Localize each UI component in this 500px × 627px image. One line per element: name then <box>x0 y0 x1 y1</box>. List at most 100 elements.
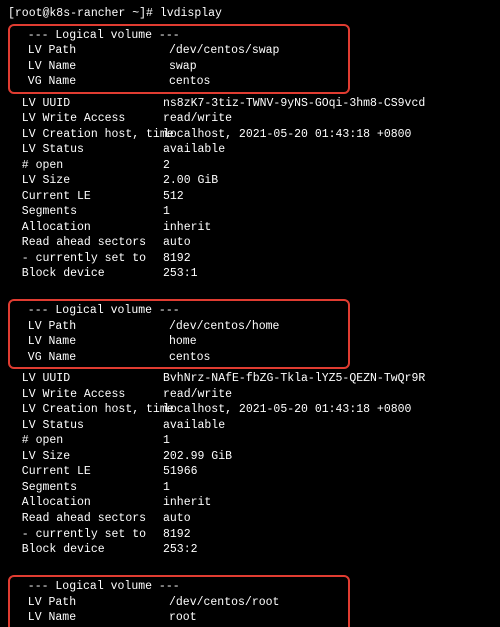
lv-uuid-row: LV UUIDns8zK7-3tiz-TWNV-9yNS-GOqi-3hm8-C… <box>8 96 492 112</box>
value-lv-uuid: BvhNrz-NAfE-fbZG-Tkla-lYZ5-QEZN-TwQr9R <box>163 371 425 387</box>
segments-row: Segments1 <box>8 204 492 220</box>
label-allocation: Allocation <box>8 495 163 511</box>
label-segments: Segments <box>8 480 163 496</box>
value-lv-path: /dev/centos/swap <box>169 43 279 59</box>
label-block-device: Block device <box>8 266 163 282</box>
allocation-row: Allocationinherit <box>8 220 492 236</box>
value-lv-write-access: read/write <box>163 111 232 127</box>
lv-uuid-row: LV UUIDBvhNrz-NAfE-fbZG-Tkla-lYZ5-QEZN-T… <box>8 371 492 387</box>
value-currently-set: 8192 <box>163 251 191 267</box>
label-block-device: Block device <box>8 542 163 558</box>
value-allocation: inherit <box>163 495 211 511</box>
lv-size-row: LV Size202.99 GiB <box>8 449 492 465</box>
vg-name-row: VG Namecentos <box>14 350 344 366</box>
value-current-le: 51966 <box>163 464 198 480</box>
label-lv-size: LV Size <box>8 449 163 465</box>
value-lv-status: available <box>163 418 225 434</box>
lv-name-row: LV Nameroot <box>14 610 344 626</box>
label-currently-set: - currently set to <box>8 527 163 543</box>
read-ahead-row: Read ahead sectorsauto <box>8 235 492 251</box>
value-lv-creation: localhost, 2021-05-20 01:43:18 +0800 <box>163 402 411 418</box>
lv-creation-row: LV Creation host, timelocalhost, 2021-05… <box>8 127 492 143</box>
label-open: # open <box>8 158 163 174</box>
section-header: --- Logical volume --- <box>14 28 344 44</box>
label-allocation: Allocation <box>8 220 163 236</box>
label-lv-name: LV Name <box>14 59 169 75</box>
value-allocation: inherit <box>163 220 211 236</box>
value-lv-write-access: read/write <box>163 387 232 403</box>
value-lv-path: /dev/centos/root <box>169 595 279 611</box>
label-lv-creation: LV Creation host, time <box>8 127 163 143</box>
label-open: # open <box>8 433 163 449</box>
value-open: 2 <box>163 158 170 174</box>
lv-write-access-row: LV Write Accessread/write <box>8 111 492 127</box>
block-device-row: Block device253:2 <box>8 542 492 558</box>
label-lv-write-access: LV Write Access <box>8 111 163 127</box>
value-lv-name: root <box>169 610 197 626</box>
value-lv-status: available <box>163 142 225 158</box>
value-read-ahead: auto <box>163 511 191 527</box>
lv-highlight-root: --- Logical volume --- LV Path/dev/cento… <box>8 575 350 627</box>
value-lv-name: swap <box>169 59 197 75</box>
currently-set-row: - currently set to8192 <box>8 251 492 267</box>
lv-write-access-row: LV Write Accessread/write <box>8 387 492 403</box>
section-header: --- Logical volume --- <box>14 303 344 319</box>
label-lv-path: LV Path <box>14 595 169 611</box>
lv-name-row: LV Namehome <box>14 334 344 350</box>
lv-size-row: LV Size2.00 GiB <box>8 173 492 189</box>
blank-line <box>8 558 492 574</box>
value-vg-name: centos <box>169 74 210 90</box>
block-device-row: Block device253:1 <box>8 266 492 282</box>
blank-line <box>8 282 492 298</box>
lv-creation-row: LV Creation host, timelocalhost, 2021-05… <box>8 402 492 418</box>
label-read-ahead: Read ahead sectors <box>8 511 163 527</box>
value-block-device: 253:2 <box>163 542 198 558</box>
read-ahead-row: Read ahead sectorsauto <box>8 511 492 527</box>
shell-prompt[interactable]: [root@k8s-rancher ~]# lvdisplay <box>8 6 492 22</box>
value-open: 1 <box>163 433 170 449</box>
value-lv-size: 202.99 GiB <box>163 449 232 465</box>
label-current-le: Current LE <box>8 189 163 205</box>
value-segments: 1 <box>163 204 170 220</box>
currently-set-row: - currently set to8192 <box>8 527 492 543</box>
label-read-ahead: Read ahead sectors <box>8 235 163 251</box>
lv-path-row: LV Path/dev/centos/root <box>14 595 344 611</box>
label-segments: Segments <box>8 204 163 220</box>
allocation-row: Allocationinherit <box>8 495 492 511</box>
section-header: --- Logical volume --- <box>14 579 344 595</box>
terminal-window[interactable]: [root@k8s-rancher ~]# lvdisplay --- Logi… <box>0 0 500 627</box>
value-lv-uuid: ns8zK7-3tiz-TWNV-9yNS-GOqi-3hm8-CS9vcd <box>163 96 425 112</box>
value-current-le: 512 <box>163 189 184 205</box>
value-vg-name: centos <box>169 350 210 366</box>
open-row: # open2 <box>8 158 492 174</box>
lv-highlight-swap: --- Logical volume --- LV Path /dev/cent… <box>8 24 350 94</box>
label-lv-write-access: LV Write Access <box>8 387 163 403</box>
value-block-device: 253:1 <box>163 266 198 282</box>
value-lv-name: home <box>169 334 197 350</box>
label-lv-path: LV Path <box>14 43 169 59</box>
current-le-row: Current LE51966 <box>8 464 492 480</box>
label-lv-size: LV Size <box>8 173 163 189</box>
lv-name-row: LV Name swap <box>14 59 344 75</box>
value-currently-set: 8192 <box>163 527 191 543</box>
current-le-row: Current LE512 <box>8 189 492 205</box>
label-lv-name: LV Name <box>14 610 169 626</box>
lv-path-row: LV Path /dev/centos/swap <box>14 43 344 59</box>
value-read-ahead: auto <box>163 235 191 251</box>
lv-status-row: LV Statusavailable <box>8 418 492 434</box>
label-lv-name: LV Name <box>14 334 169 350</box>
label-current-le: Current LE <box>8 464 163 480</box>
label-lv-uuid: LV UUID <box>8 371 163 387</box>
label-lv-status: LV Status <box>8 418 163 434</box>
label-currently-set: - currently set to <box>8 251 163 267</box>
label-vg-name: VG Name <box>14 74 169 90</box>
lv-path-row: LV Path/dev/centos/home <box>14 319 344 335</box>
value-lv-size: 2.00 GiB <box>163 173 218 189</box>
label-lv-status: LV Status <box>8 142 163 158</box>
value-segments: 1 <box>163 480 170 496</box>
segments-row: Segments1 <box>8 480 492 496</box>
label-vg-name: VG Name <box>14 350 169 366</box>
label-lv-path: LV Path <box>14 319 169 335</box>
open-row: # open1 <box>8 433 492 449</box>
lv-highlight-home: --- Logical volume --- LV Path/dev/cento… <box>8 299 350 369</box>
